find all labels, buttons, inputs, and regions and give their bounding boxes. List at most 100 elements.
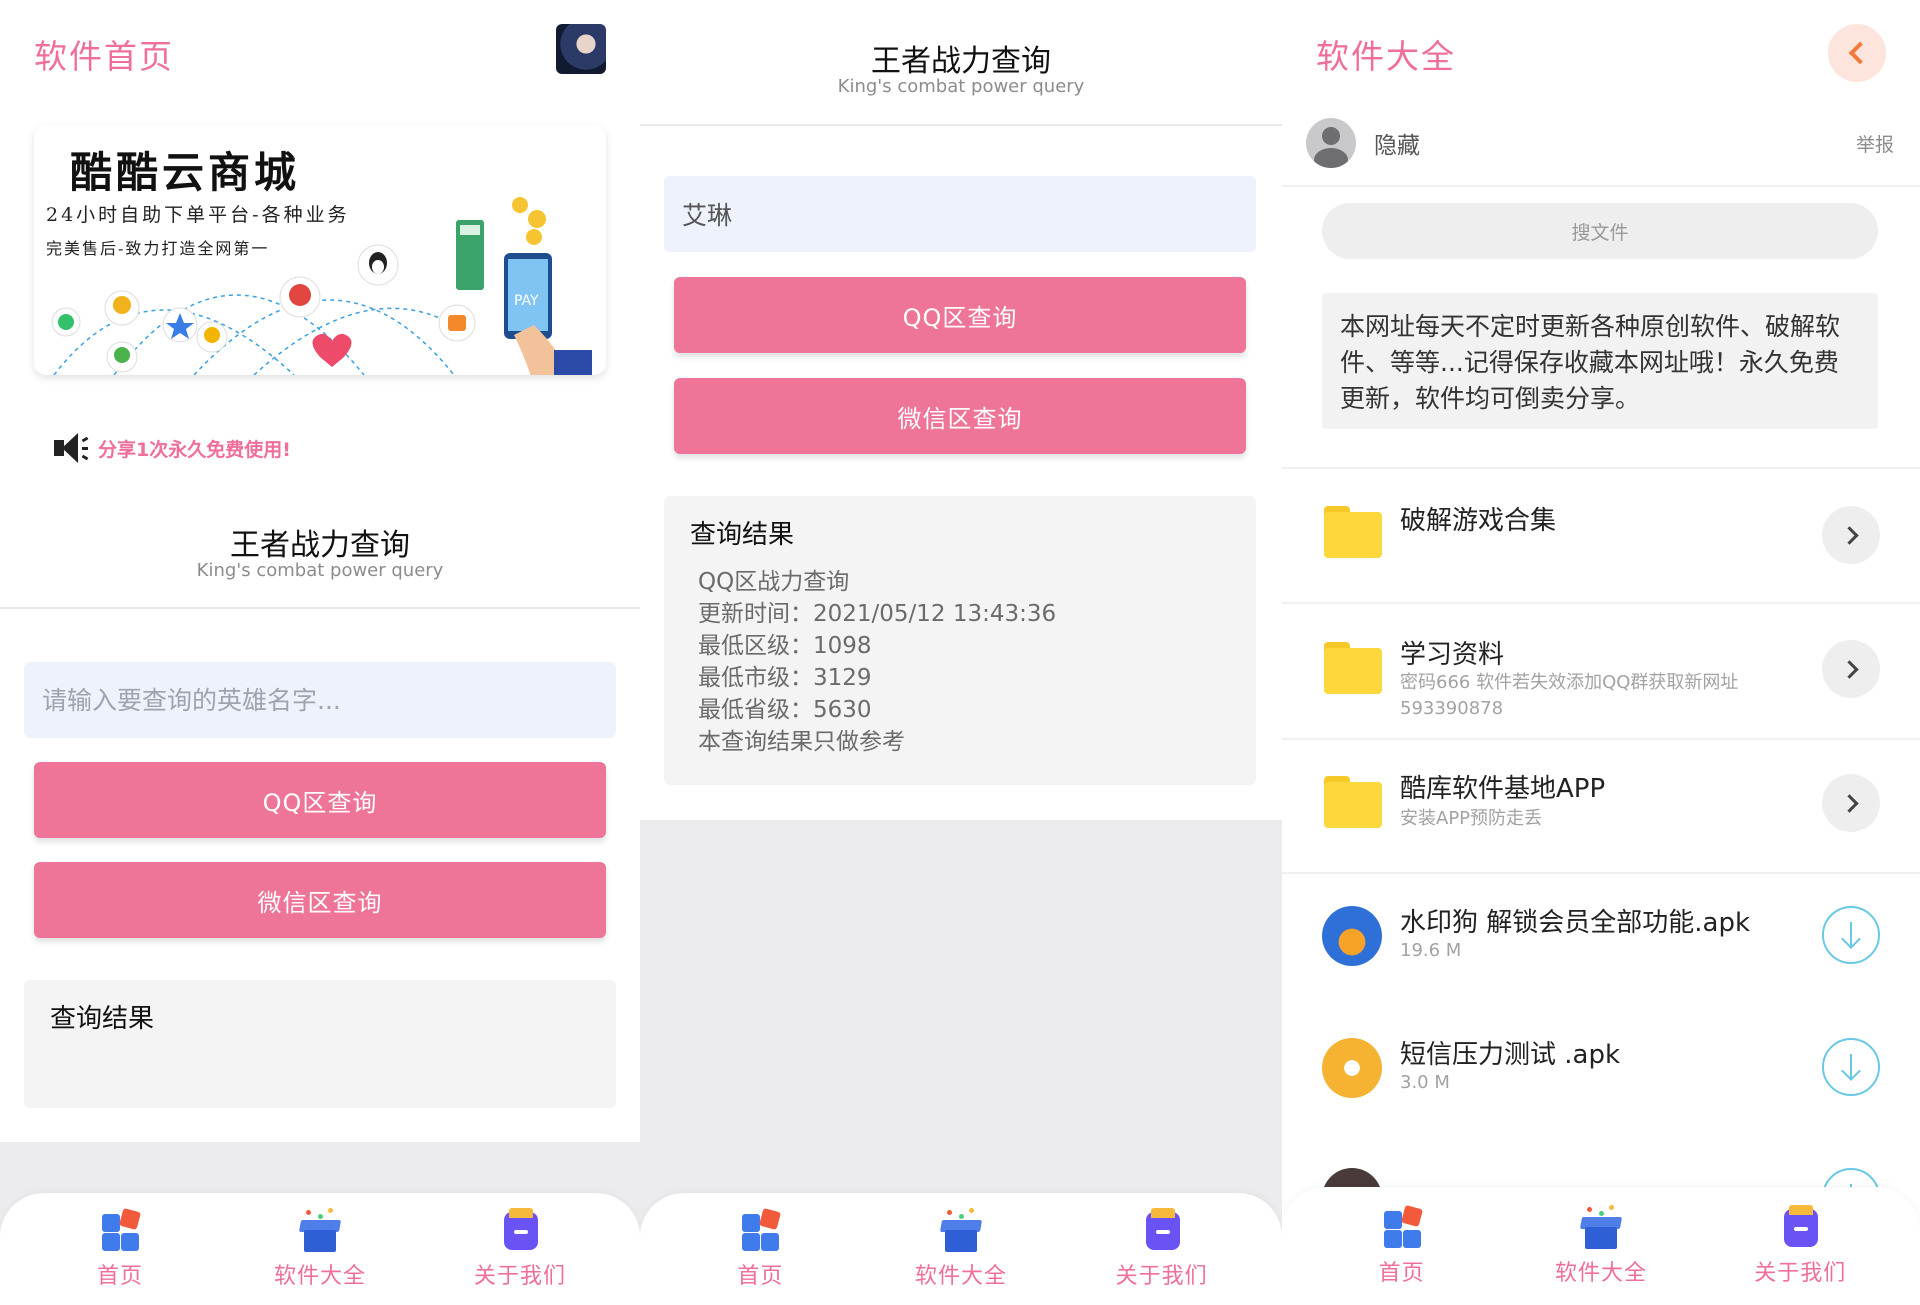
open-folder-button[interactable] bbox=[1822, 774, 1880, 832]
bottom-tabbar: 首页 软件大全 关于我们 bbox=[640, 1193, 1282, 1305]
download-arrow-icon bbox=[1841, 929, 1861, 949]
uploader-name: 隐藏 bbox=[1374, 133, 1420, 159]
divider bbox=[640, 124, 1282, 126]
tab-software[interactable]: 软件大全 bbox=[1531, 1205, 1671, 1287]
report-link[interactable]: 举报 bbox=[1856, 130, 1894, 157]
list-item[interactable]: 学习资料 密码666 软件若失效添加QQ群获取新网址593390878 bbox=[1282, 604, 1920, 738]
home-screen: 软件首页 酷酷云商城 24小时自助下单平台-各种业务 完美售后-致力打造全网第一 bbox=[0, 0, 640, 1305]
software-list-screen: 软件大全 隐藏 举报 搜文件 本网址每天不定时更新各种原创软件、破解软件、等等.… bbox=[1282, 0, 1920, 1305]
tab-software-label: 软件大全 bbox=[914, 1264, 1007, 1289]
back-button[interactable] bbox=[1828, 24, 1886, 82]
folder-subtitle: 安装APP预防走丢 bbox=[1400, 808, 1543, 829]
chevron-right-icon bbox=[1839, 525, 1859, 545]
result-line: 最低市级：3129 bbox=[698, 665, 872, 691]
tab-software[interactable]: 软件大全 bbox=[250, 1208, 390, 1290]
user-avatar-icon bbox=[1306, 118, 1356, 168]
sms-test-app-icon bbox=[1322, 1038, 1382, 1098]
result-line: 本查询结果只做参考 bbox=[698, 729, 905, 755]
tab-about-label: 关于我们 bbox=[1754, 1261, 1847, 1286]
file-size: 19.6 M bbox=[1400, 940, 1462, 961]
download-button[interactable] bbox=[1822, 1038, 1880, 1096]
open-folder-button[interactable] bbox=[1822, 640, 1880, 698]
wechat-query-button[interactable]: 微信区查询 bbox=[34, 862, 606, 938]
list-item[interactable]: 酷库软件基地APP 安装APP预防走丢 bbox=[1282, 740, 1920, 874]
speaker-icon bbox=[50, 430, 90, 466]
page-subtitle: King's combat power query bbox=[837, 76, 1085, 97]
query-result-screen: 王者战力查询 King's combat power query QQ区查询 微… bbox=[640, 0, 1282, 1305]
gift-box-icon bbox=[939, 1208, 983, 1252]
hero-name-input[interactable] bbox=[664, 176, 1256, 252]
qq-query-button[interactable]: QQ区查询 bbox=[674, 277, 1246, 353]
page-title: 软件首页 bbox=[34, 37, 174, 76]
folder-icon bbox=[1324, 776, 1382, 828]
bottom-tabbar: 首页 软件大全 关于我们 bbox=[0, 1193, 640, 1305]
svg-text:PAY: PAY bbox=[514, 293, 539, 309]
tab-home[interactable]: 首页 bbox=[690, 1207, 830, 1290]
result-box: 查询结果 bbox=[24, 980, 616, 1108]
banner-illustration: PAY bbox=[51, 197, 592, 375]
tab-home-label: 首页 bbox=[96, 1264, 143, 1289]
section-subtitle: King's combat power query bbox=[196, 560, 444, 581]
tab-about[interactable]: 关于我们 bbox=[450, 1208, 590, 1290]
open-folder-button[interactable] bbox=[1822, 506, 1880, 564]
result-line: 更新时间：2021/05/12 13:43:36 bbox=[698, 601, 1057, 627]
gift-box-icon bbox=[1579, 1205, 1623, 1249]
list-item[interactable]: 破解游戏合集 bbox=[1282, 468, 1920, 602]
tab-software-label: 软件大全 bbox=[1554, 1261, 1647, 1286]
divider bbox=[1282, 185, 1920, 187]
download-arrow-icon bbox=[1841, 1061, 1861, 1081]
watermark-dog-app-icon bbox=[1322, 906, 1382, 966]
gift-box-icon bbox=[298, 1208, 342, 1252]
page-title: 王者战力查询 bbox=[871, 44, 1051, 79]
divider bbox=[0, 607, 640, 609]
list-item[interactable]: 短信压力测试 .apk 3.0 M bbox=[1282, 1006, 1920, 1140]
tab-about-label: 关于我们 bbox=[1115, 1264, 1208, 1289]
tab-home[interactable]: 首页 bbox=[50, 1207, 190, 1290]
folder-icon bbox=[1324, 642, 1382, 694]
wechat-query-button[interactable]: 微信区查询 bbox=[674, 378, 1246, 454]
tab-about[interactable]: 关于我们 bbox=[1730, 1205, 1870, 1287]
qq-query-button[interactable]: QQ区查询 bbox=[34, 762, 606, 838]
download-button[interactable] bbox=[1822, 906, 1880, 964]
tab-about[interactable]: 关于我们 bbox=[1092, 1208, 1232, 1290]
result-lines: QQ区战力查询 更新时间：2021/05/12 13:43:36 最低区级：10… bbox=[698, 566, 1056, 758]
folder-title: 学习资料 bbox=[1400, 640, 1505, 670]
page-title: 软件大全 bbox=[1316, 37, 1456, 76]
chevron-left-icon bbox=[1848, 41, 1872, 65]
folder-subtitle: 密码666 软件若失效添加QQ群获取新网址593390878 bbox=[1400, 672, 1739, 719]
hero-name-input[interactable] bbox=[24, 662, 616, 738]
tab-home[interactable]: 首页 bbox=[1332, 1204, 1472, 1287]
share-notice: 分享1次永久免费使用! bbox=[50, 430, 291, 466]
home-icon bbox=[1380, 1204, 1424, 1249]
chevron-right-icon bbox=[1839, 793, 1859, 813]
uploader-row: 隐藏 bbox=[1306, 118, 1420, 168]
notice-text: 分享1次永久免费使用! bbox=[98, 438, 291, 461]
about-icon bbox=[498, 1208, 542, 1252]
section-title: 王者战力查询 bbox=[230, 528, 410, 563]
tab-software-label: 软件大全 bbox=[273, 1264, 366, 1289]
chevron-right-icon bbox=[1839, 659, 1859, 679]
tab-software[interactable]: 软件大全 bbox=[891, 1208, 1031, 1290]
file-title: 短信压力测试 .apk bbox=[1400, 1040, 1621, 1070]
home-icon bbox=[98, 1207, 142, 1252]
tab-about-label: 关于我们 bbox=[473, 1264, 566, 1289]
user-avatar[interactable] bbox=[556, 24, 606, 74]
about-icon bbox=[1778, 1205, 1822, 1249]
info-notice: 本网址每天不定时更新各种原创软件、破解软件、等等...记得保存收藏本网址哦！永久… bbox=[1322, 293, 1878, 429]
promo-banner[interactable]: 酷酷云商城 24小时自助下单平台-各种业务 完美售后-致力打造全网第一 PAY bbox=[34, 125, 606, 375]
result-title: 查询结果 bbox=[690, 520, 795, 550]
file-search-input[interactable]: 搜文件 bbox=[1322, 203, 1878, 259]
bottom-tabbar: 首页 软件大全 关于我们 bbox=[1282, 1187, 1920, 1305]
folder-icon bbox=[1324, 506, 1382, 558]
result-title: 查询结果 bbox=[50, 1004, 155, 1034]
result-line: 最低区级：1098 bbox=[698, 633, 872, 659]
home-icon bbox=[738, 1207, 782, 1252]
folder-title: 酷库软件基地APP bbox=[1400, 774, 1606, 804]
about-icon bbox=[1140, 1208, 1184, 1252]
screenshot-stage: 软件首页 酷酷云商城 24小时自助下单平台-各种业务 完美售后-致力打造全网第一 bbox=[0, 0, 1920, 1305]
list-item[interactable]: 水印狗 解锁会员全部功能.apk 19.6 M bbox=[1282, 874, 1920, 1008]
result-line: 最低省级：5630 bbox=[698, 697, 872, 723]
result-line: QQ区战力查询 bbox=[698, 569, 850, 595]
folder-title: 破解游戏合集 bbox=[1400, 506, 1557, 536]
file-title: 水印狗 解锁会员全部功能.apk bbox=[1400, 908, 1751, 938]
